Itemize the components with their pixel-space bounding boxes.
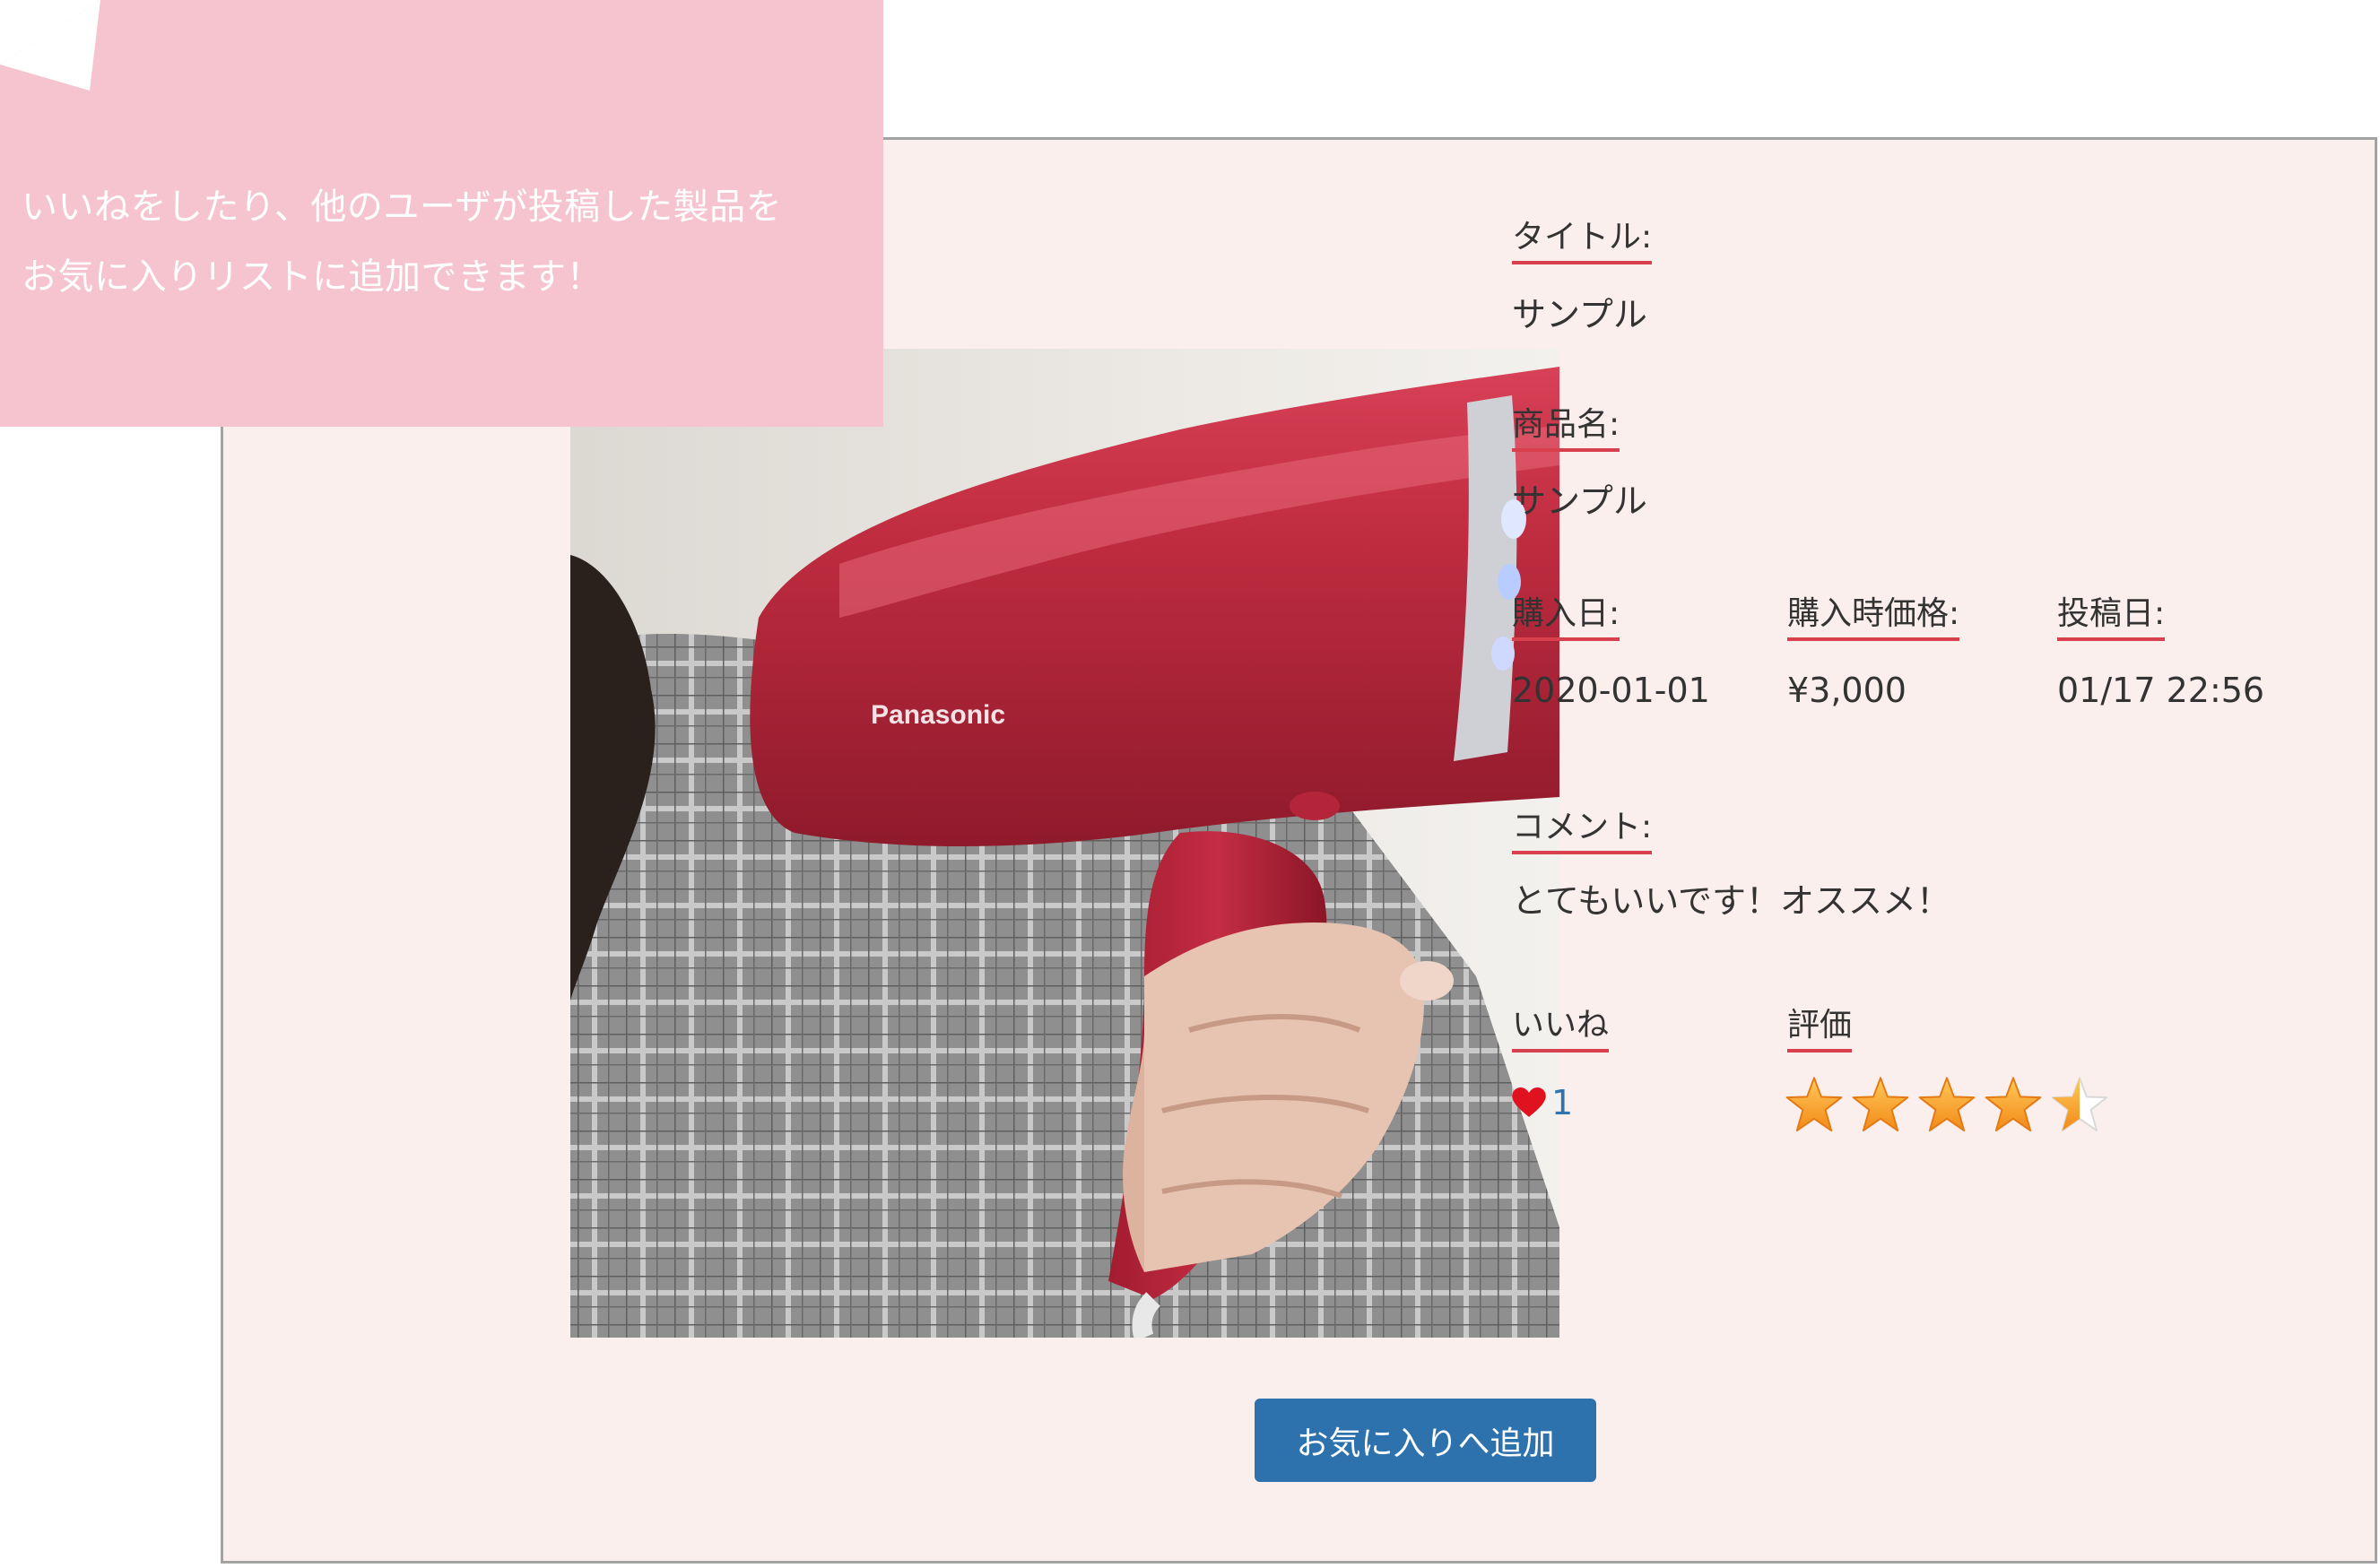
title-label: タイトル: <box>1512 218 1653 264</box>
comment-value: とてもいいです！オススメ！ <box>1512 881 1951 921</box>
product-name-label: 商品名: <box>1512 405 1620 452</box>
photo-brand-text: Panasonic <box>871 700 1005 730</box>
title-value: サンプル <box>1512 295 1647 334</box>
star-icon <box>1917 1076 1976 1133</box>
purchase-date-value: 2020-01-01 <box>1512 671 1710 710</box>
posted-date-label: 投稿日: <box>2057 594 2166 641</box>
product-name-value: サンプル <box>1512 481 1647 521</box>
star-icon <box>1785 1076 1844 1133</box>
feature-callout: いいねをしたり、他のユーザが投稿した製品を お気に入りリストに追加できます！ <box>0 0 883 427</box>
likes-label: いいね <box>1512 1006 1610 1053</box>
callout-text-line-1: いいねをしたり、他のユーザが投稿した製品を <box>22 186 783 228</box>
rating-label: 評価 <box>1787 1006 1853 1053</box>
callout-text-line-2: お気に入りリストに追加できます！ <box>22 256 603 298</box>
heart-icon[interactable] <box>1512 1087 1546 1118</box>
purchase-price-label: 購入時価格: <box>1787 594 1960 641</box>
purchase-date-label: 購入日: <box>1512 594 1620 641</box>
like-control[interactable]: 1 <box>1512 1081 1573 1124</box>
posted-date-value: 01/17 22:56 <box>2057 671 2265 710</box>
star-icon <box>1984 1076 2043 1133</box>
purchase-price-value: ¥3,000 <box>1787 671 1907 710</box>
page-fold-icon <box>0 0 100 91</box>
add-to-favorites-button[interactable]: お気に入りへ追加 <box>1255 1399 1596 1482</box>
comment-label: コメント: <box>1512 808 1653 854</box>
like-count: 1 <box>1551 1083 1574 1122</box>
star-icon <box>1851 1076 1910 1133</box>
product-photo: Panasonic <box>570 349 1559 1338</box>
half-star-icon <box>2050 1076 2109 1133</box>
rating-stars <box>1785 1076 2109 1133</box>
